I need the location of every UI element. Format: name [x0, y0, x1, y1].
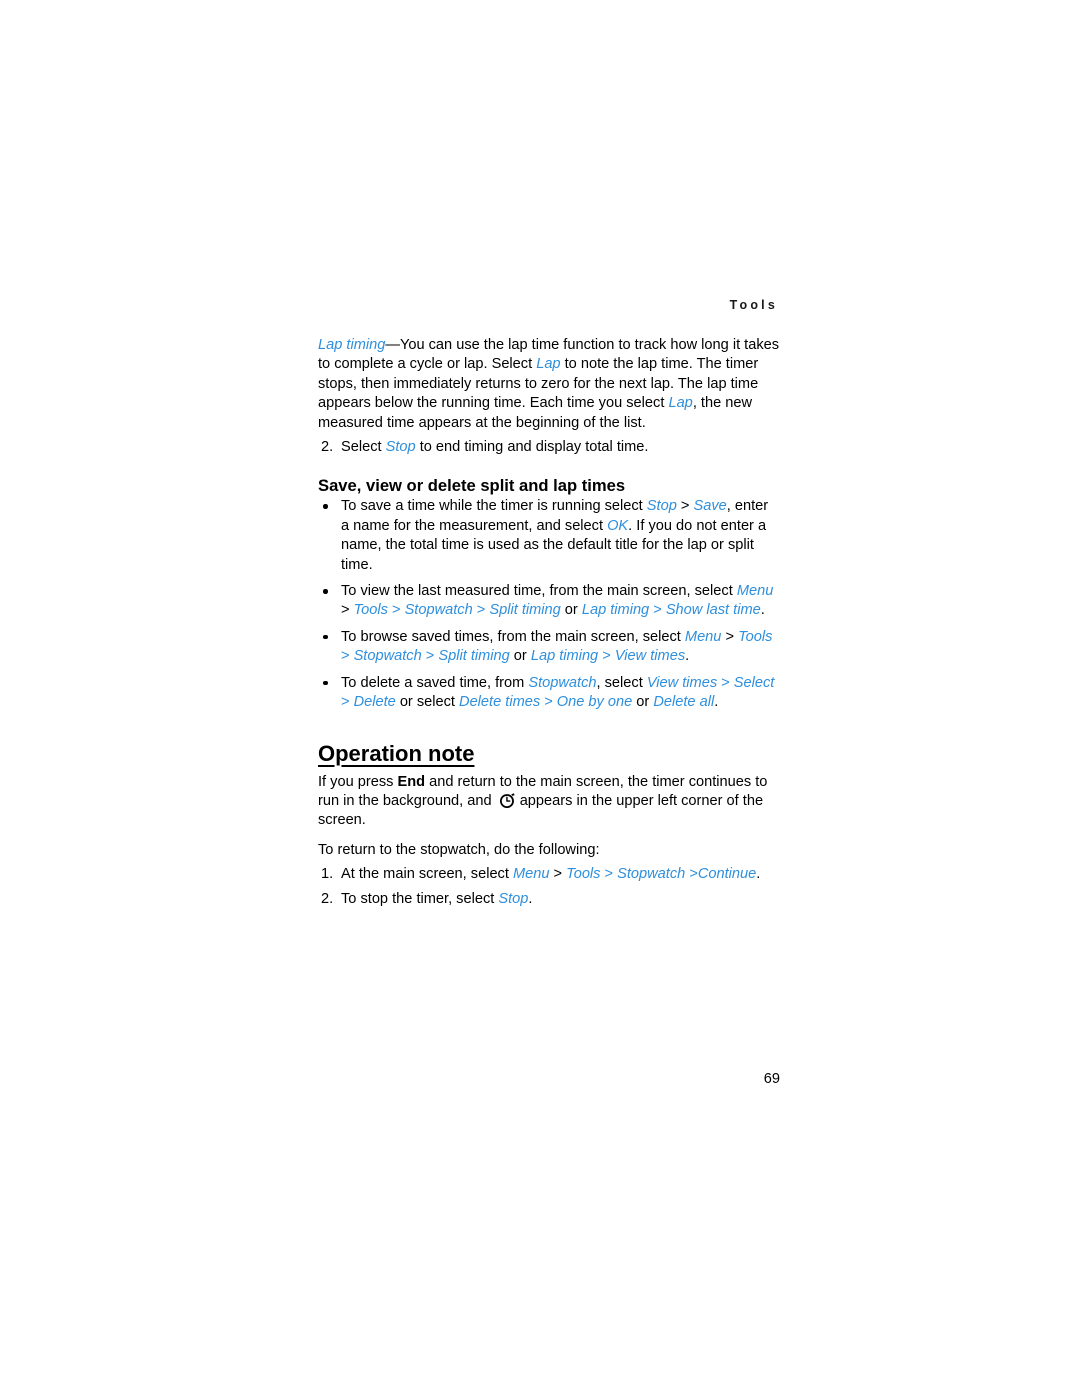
bullet-3-text-1: To browse saved times, from the main scr…	[341, 628, 685, 645]
step-number: 1.	[321, 866, 334, 883]
bullet-4-sep-3: >	[540, 694, 557, 711]
bullet-2-ui-5: Lap timing	[581, 602, 650, 619]
operation-note-steps: 1. At the main screen, select Menu > Tool…	[318, 865, 780, 909]
bullet-1-sep-1: >	[676, 498, 694, 515]
bullet-4-ui-5: Delete times	[459, 694, 541, 711]
stopwatch-icon	[499, 793, 515, 808]
bullet-2-ui-6: Show last time	[665, 602, 761, 619]
list-item: To delete a saved time, from Stopwatch, …	[318, 674, 780, 713]
bullet-4-sep-1: >	[717, 674, 734, 691]
ui-term-lap-1: Lap	[536, 356, 561, 373]
bullet-4-ui-2: View times	[646, 674, 718, 691]
bullet-2-ui-2: Tools	[353, 602, 388, 619]
bullet-3-text-2: or	[509, 648, 531, 665]
bullet-3-text-3: .	[685, 648, 690, 665]
manual-page: Tools Lap timing—You can use the lap tim…	[0, 0, 1080, 1397]
bullet-4-ui-4: Delete	[353, 694, 396, 711]
page-title-operation-note: Operation note	[318, 740, 780, 767]
bullet-2-sep-1: >	[341, 602, 354, 619]
bullet-3-ui-5: Lap timing	[530, 648, 599, 665]
op-step-1-text-2: .	[756, 866, 761, 883]
bullet-4-text-2: , select	[596, 674, 647, 691]
list-item: To browse saved times, from the main scr…	[318, 628, 780, 667]
op-note-text-1: If you press	[318, 773, 398, 790]
bullet-2-text-2: or	[560, 602, 582, 619]
bullet-1-text-1: To save a time while the timer is runnin…	[341, 498, 647, 515]
page-number: 69	[763, 1071, 780, 1087]
term-lap-timing: Lap timing	[318, 337, 386, 353]
ui-term-stop: Stop	[385, 439, 416, 456]
key-end: End	[397, 773, 426, 790]
step-text-2: to end timing and display total time.	[415, 439, 649, 456]
op-step-1-ui-2: Tools	[566, 866, 601, 883]
bullet-dot-icon	[323, 504, 328, 509]
bullet-2-ui-1: Menu	[736, 583, 774, 600]
bullet-4-text-1: To delete a saved time, from	[341, 674, 529, 691]
bullet-2-sep-3: >	[472, 602, 490, 619]
step-text-1: Select	[341, 439, 386, 456]
bullet-1-ui-3: OK	[607, 517, 629, 534]
section-heading-save-view-delete: Save, view or delete split and lap times	[318, 476, 626, 496]
bullet-dot-icon	[323, 680, 328, 686]
bullet-2-text-3: .	[760, 602, 765, 619]
bullet-4-text-3: or select	[395, 694, 460, 711]
op-step-1-ui-3: Stopwatch	[617, 866, 686, 883]
bullet-4-text-5: .	[714, 694, 719, 711]
bullet-3-sep-4: >	[598, 648, 615, 665]
step-number: 2.	[321, 439, 334, 456]
op-step-1-ui-4: Continue	[697, 866, 757, 883]
bullet-1-ui-2: Save	[693, 498, 727, 515]
bullet-2-ui-3: Stopwatch	[404, 602, 473, 619]
bullet-3-ui-4: Split timing	[438, 648, 510, 665]
list-item: 2. To stop the timer, select Stop.	[318, 890, 780, 909]
op-step-1-sep-2: >	[600, 866, 618, 883]
bullet-dot-icon	[323, 634, 328, 640]
op-step-1-ui-1: Menu	[512, 866, 550, 883]
op-step-1-sep-3: >	[685, 866, 698, 883]
list-item: 1. At the main screen, select Menu > Tool…	[318, 865, 780, 884]
bullet-4-ui-7: Delete all	[653, 694, 715, 711]
bullet-4-ui-1: Stopwatch	[528, 674, 597, 691]
operation-note-intro: To return to the stopwatch, do the follo…	[318, 841, 600, 858]
bullet-3-sep-2: >	[341, 648, 354, 665]
operation-note-heading-text: Operation note	[318, 740, 475, 766]
bullet-3-ui-2: Tools	[738, 628, 773, 645]
bullet-2-sep-4: >	[649, 602, 666, 619]
operation-note-paragraph: If you press End and return to the main …	[318, 773, 780, 831]
bullet-2-sep-2: >	[387, 602, 405, 619]
op-step-2-ui-1: Stop	[498, 890, 529, 907]
op-step-1-sep-1: >	[549, 866, 567, 883]
bullet-4-sep-2: >	[341, 694, 354, 711]
list-item: 2. Select Stop to end timing and display …	[318, 438, 780, 457]
step-number: 2.	[321, 890, 334, 907]
ui-term-lap-2: Lap	[668, 395, 693, 412]
op-step-1-text-1: At the main screen, select	[341, 866, 513, 883]
op-step-2-text-1: To stop the timer, select	[341, 890, 499, 907]
op-step-2-text-2: .	[528, 890, 533, 907]
text-column: Lap timing—You can use the lap time func…	[318, 336, 780, 909]
list-item: To view the last measured time, from the…	[318, 582, 780, 621]
bullet-4-text-4: or	[632, 694, 654, 711]
bullet-1-ui-1: Stop	[646, 498, 677, 515]
bullet-3-ui-3: Stopwatch	[353, 648, 422, 665]
stopwatch-steps-list: 2. Select Stop to end timing and display …	[318, 438, 780, 457]
bullet-3-ui-1: Menu	[684, 628, 722, 645]
bullet-4-ui-3: Select	[733, 674, 775, 691]
bullet-3-ui-6: View times	[614, 648, 686, 665]
list-item: To save a time while the timer is runnin…	[318, 497, 780, 575]
bullet-3-sep-1: >	[721, 628, 739, 645]
save-section-bullets: To save a time while the timer is runnin…	[318, 497, 780, 712]
bullet-dot-icon	[323, 589, 328, 594]
bullet-3-sep-3: >	[421, 648, 439, 665]
em-dash: —	[385, 337, 400, 353]
bullet-2-ui-4: Split timing	[489, 602, 561, 619]
running-head: Tools	[729, 298, 778, 312]
bullet-4-ui-6: One by one	[556, 694, 633, 711]
lap-timing-paragraph: Lap timing—You can use the lap time func…	[318, 336, 780, 433]
bullet-2-text-1: To view the last measured time, from the…	[341, 583, 737, 600]
